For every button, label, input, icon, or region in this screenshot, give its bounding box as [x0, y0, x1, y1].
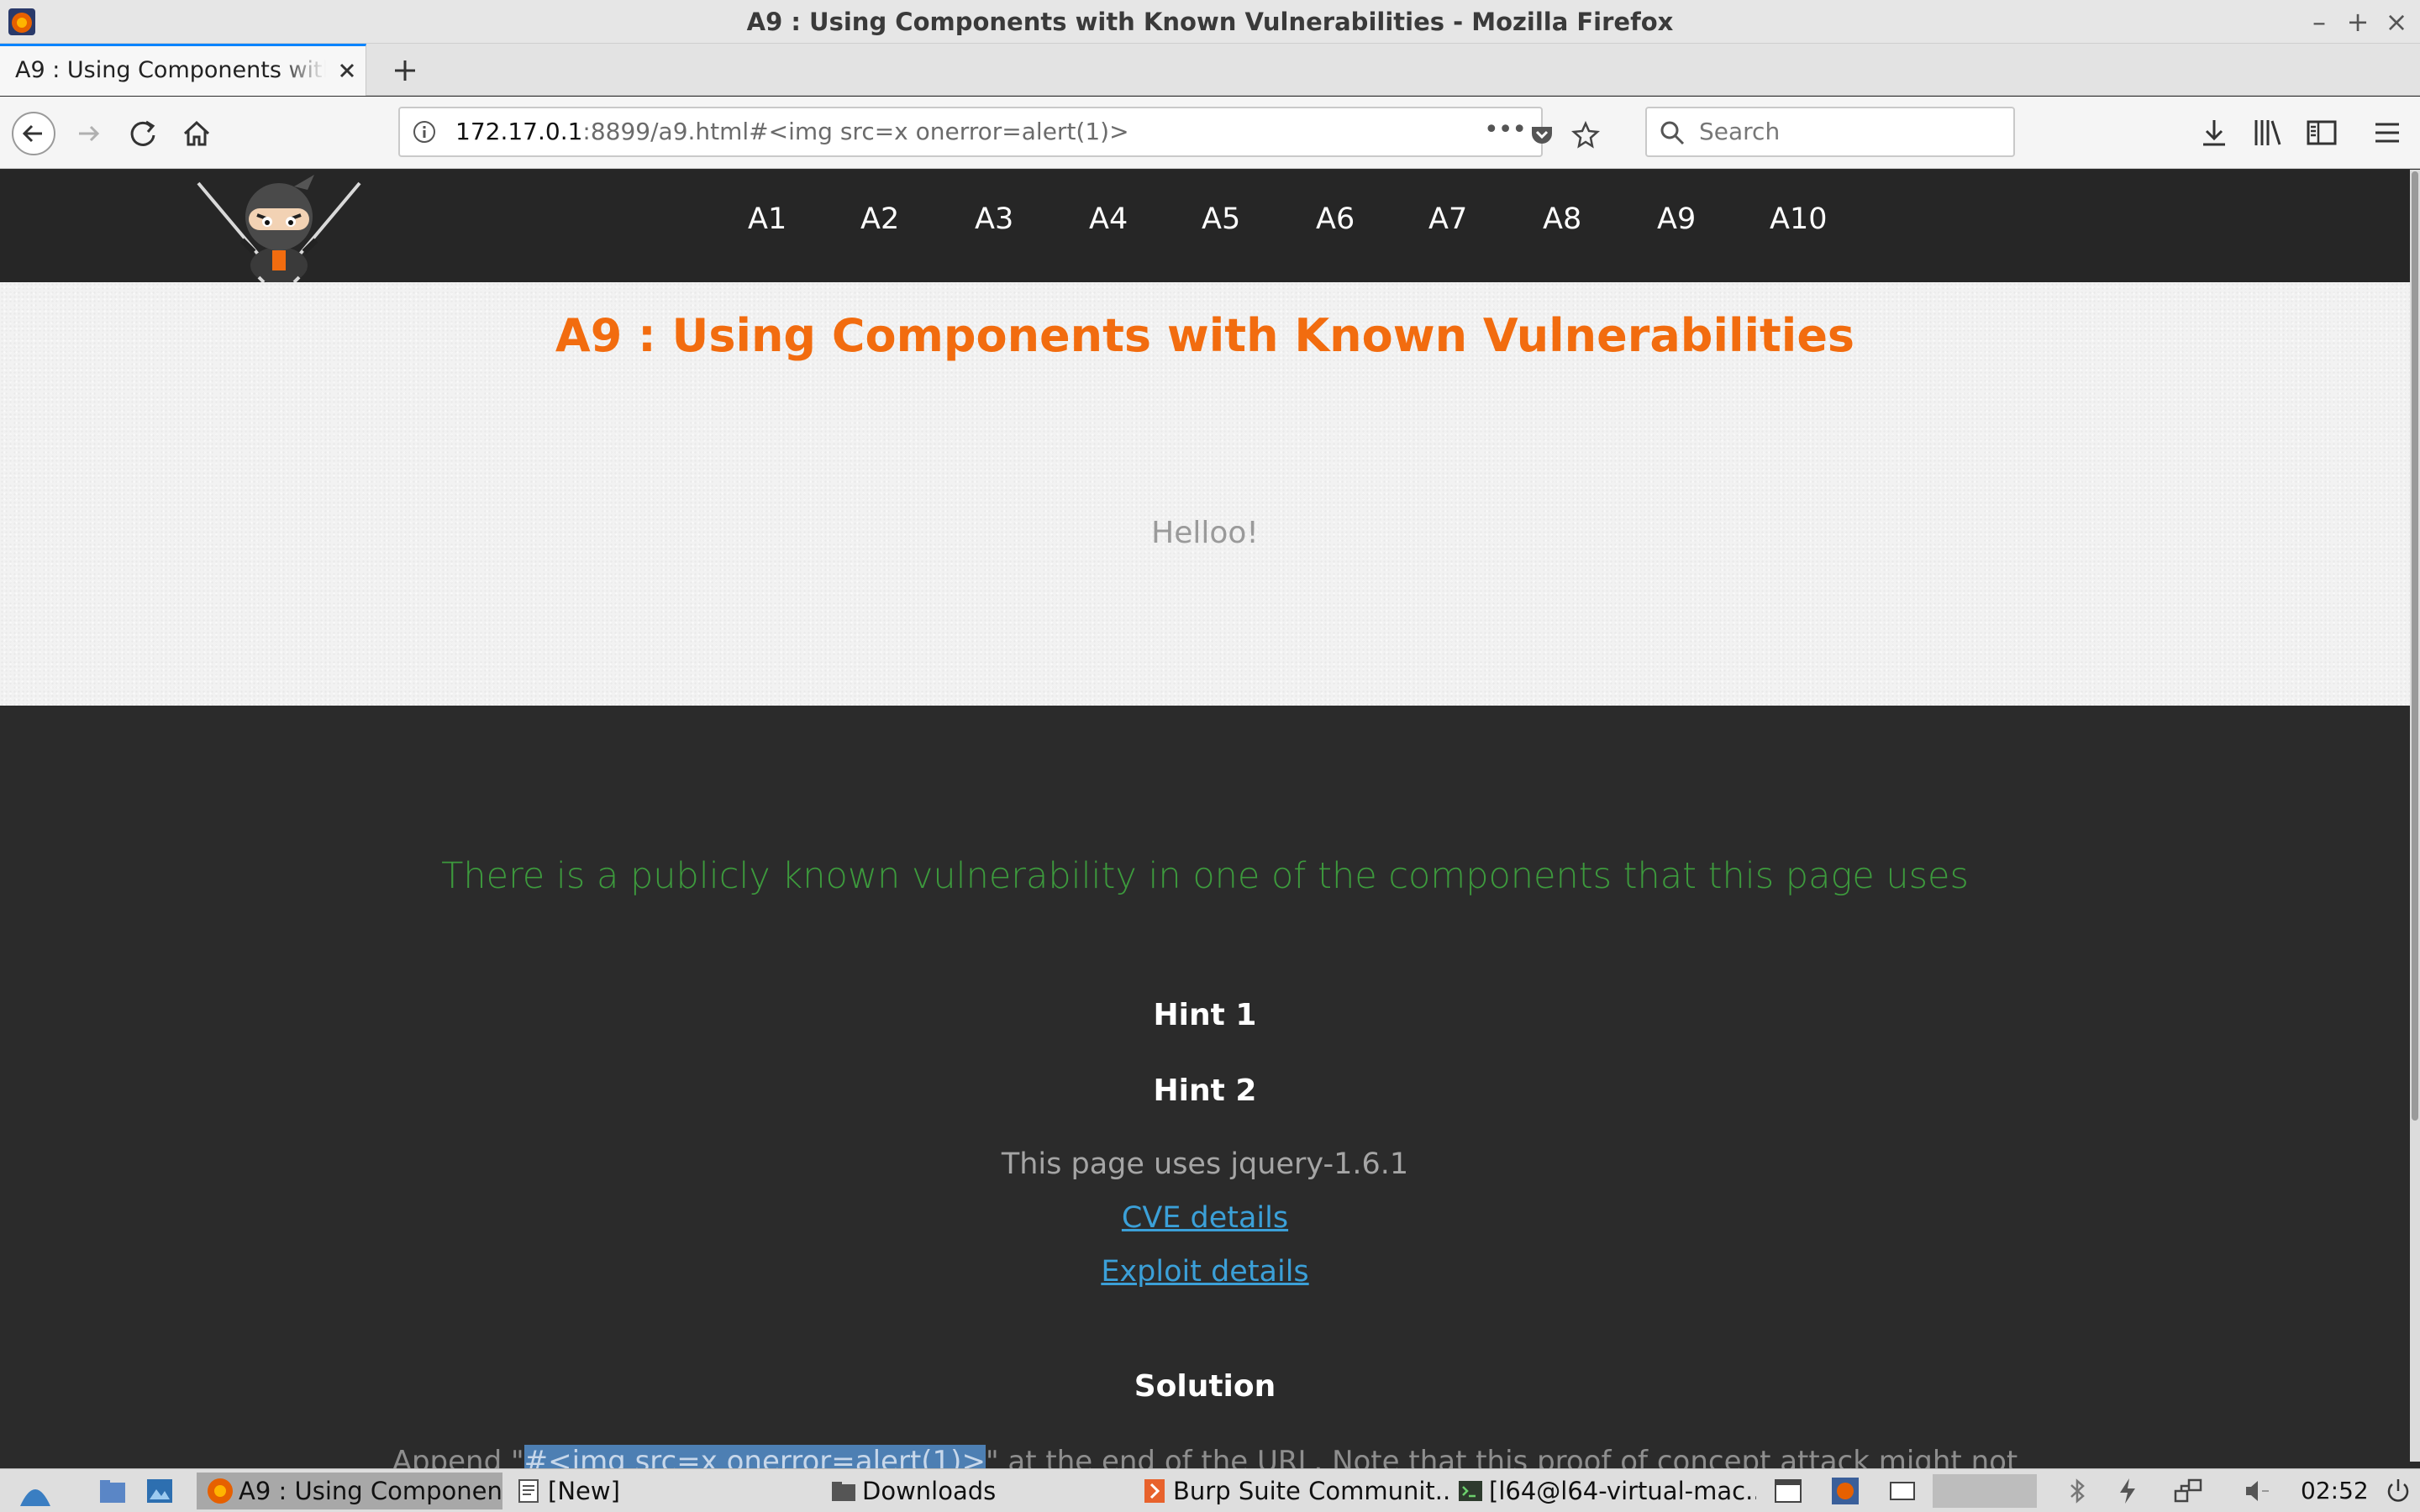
- taskbar-item-burp[interactable]: Burp Suite Communit...: [1138, 1473, 1450, 1509]
- nav-link-a2[interactable]: A2: [860, 170, 899, 269]
- site-header: A1 A2 A3 A4 A5 A6 A7 A8 A9 A10: [0, 170, 2410, 282]
- jquery-version-text: This page uses jquery-1.6.1: [1001, 1147, 1409, 1181]
- cve-details-link[interactable]: CVE details: [1122, 1201, 1288, 1235]
- close-window-button[interactable]: ×: [2378, 3, 2415, 40]
- taskbar-item-downloads[interactable]: Downloads: [827, 1473, 1012, 1509]
- tab-a9[interactable]: A9 : Using Components with Known Vulnera…: [0, 44, 366, 96]
- nav-link-a1[interactable]: A1: [748, 170, 786, 269]
- menu-icon[interactable]: [2368, 113, 2407, 152]
- maximize-button[interactable]: +: [2339, 3, 2376, 40]
- hint-1-toggle[interactable]: Hint 1: [0, 998, 2410, 1032]
- downloads-icon[interactable]: [2195, 113, 2233, 152]
- volume-icon[interactable]: [2242, 1476, 2272, 1506]
- window-titlebar: A9 : Using Components with Known Vulnera…: [0, 0, 2420, 44]
- workspace-pager[interactable]: [1933, 1474, 2037, 1508]
- taskbar-clock: 02:52: [2301, 1477, 2369, 1504]
- reload-icon[interactable]: [119, 110, 166, 157]
- taskbar-item-firefox[interactable]: A9 : Using Componen...: [197, 1473, 502, 1509]
- bookmark-star-icon[interactable]: [1571, 120, 1600, 149]
- site-nav: A1 A2 A3 A4 A5 A6 A7 A8 A9 A10: [0, 170, 2410, 282]
- nav-link-a7[interactable]: A7: [1428, 170, 1467, 269]
- hero-section: A9 : Using Components with Known Vulnera…: [0, 282, 2410, 706]
- nav-link-a10[interactable]: A10: [1770, 170, 1827, 269]
- url-bar[interactable]: 172.17.0.1:8899/a9.html#<img src=x onerr…: [398, 107, 1600, 157]
- power-bolt-icon[interactable]: [2112, 1476, 2143, 1506]
- close-tab-icon[interactable]: [333, 56, 361, 85]
- start-menu-icon[interactable]: [17, 1473, 54, 1509]
- tab-strip: A9 : Using Components with Known Vulnera…: [0, 44, 2420, 96]
- nav-link-a9[interactable]: A9: [1657, 170, 1696, 269]
- scrollbar-thumb[interactable]: [2412, 171, 2418, 1121]
- shutdown-icon[interactable]: [2383, 1476, 2413, 1506]
- site-info-icon[interactable]: [412, 119, 437, 144]
- solution-heading[interactable]: Solution: [0, 1369, 2410, 1404]
- forward-button[interactable]: [66, 110, 113, 157]
- exploit-details-row: Exploit details: [0, 1255, 2410, 1289]
- window-switch-icon[interactable]: [1773, 1476, 1803, 1506]
- window-title: A9 : Using Components with Known Vulnera…: [746, 8, 1674, 36]
- desktop-taskbar: A9 : Using Componen... [New] Downloads B…: [0, 1468, 2420, 1512]
- nav-link-a6[interactable]: A6: [1316, 170, 1355, 269]
- taskbar-item-editor[interactable]: [New]: [513, 1473, 664, 1509]
- nav-link-a4[interactable]: A4: [1089, 170, 1128, 269]
- bluetooth-icon[interactable]: [2062, 1476, 2092, 1506]
- home-icon[interactable]: [173, 110, 220, 157]
- terminal-icon: [1459, 1481, 1482, 1501]
- firefox-icon: [208, 1478, 233, 1504]
- back-button[interactable]: [10, 110, 57, 157]
- pocket-icon[interactable]: [1528, 120, 1556, 149]
- search-placeholder: Search: [1699, 118, 1781, 145]
- info-section: There is a publicly known vulnerability …: [0, 706, 2410, 1478]
- new-tab-icon[interactable]: [387, 52, 424, 89]
- desktop-icon[interactable]: [145, 1476, 175, 1506]
- search-input[interactable]: Search: [1645, 107, 2015, 157]
- burp-suite-icon: [1144, 1479, 1165, 1503]
- nav-toolbar: 172.17.0.1:8899/a9.html#<img src=x onerr…: [0, 97, 2420, 169]
- nav-link-a8[interactable]: A8: [1543, 170, 1581, 269]
- cve-details-row: CVE details: [0, 1201, 2410, 1235]
- tab-label: A9 : Using Components with Known Vulnera…: [15, 57, 326, 83]
- exploit-details-link[interactable]: Exploit details: [1101, 1255, 1308, 1289]
- page-title: A9 : Using Components with Known Vulnera…: [555, 309, 1855, 362]
- hello-text: Helloo!: [1151, 516, 1259, 550]
- taskbar-item-terminal[interactable]: [l64@l64-virtual-mac...: [1454, 1473, 1756, 1509]
- file-manager-icon[interactable]: [97, 1476, 128, 1506]
- library-icon[interactable]: [2249, 113, 2287, 152]
- folder-icon: [832, 1482, 855, 1501]
- workspace-pager-icon[interactable]: [1887, 1476, 1918, 1506]
- nav-link-a3[interactable]: A3: [975, 170, 1013, 269]
- hint-2-toggle[interactable]: Hint 2: [0, 1074, 2410, 1108]
- sidebar-icon[interactable]: [2302, 113, 2341, 152]
- nav-link-a5[interactable]: A5: [1202, 170, 1240, 269]
- network-icon[interactable]: [2173, 1476, 2203, 1506]
- url-text[interactable]: 172.17.0.1:8899/a9.html#<img src=x onerr…: [455, 108, 1129, 155]
- text-editor-icon: [518, 1479, 539, 1503]
- search-icon: [1660, 121, 1685, 145]
- vulnerability-notice: There is a publicly known vulnerability …: [441, 855, 1969, 897]
- page-actions-icon[interactable]: •••: [1484, 118, 1527, 145]
- minimize-button[interactable]: –: [2301, 3, 2338, 40]
- firefox-pager-icon[interactable]: [1830, 1476, 1860, 1506]
